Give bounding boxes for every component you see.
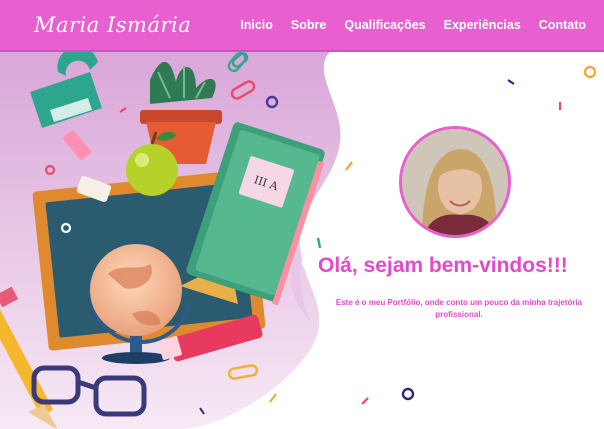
hero-section: III A Olá, sejam bem-vindos!!! Este é o … <box>0 52 604 429</box>
profile-avatar <box>399 126 511 238</box>
nav-link-contato[interactable]: Contato <box>539 18 586 32</box>
portrait-image <box>402 129 508 235</box>
hero-illustration: III A <box>0 52 597 429</box>
nav-menu: Inicio Sobre Qualificações Experiências … <box>240 18 586 32</box>
nav-link-experiencias[interactable]: Experiências <box>444 18 521 32</box>
top-navbar: Maria Ismária Inicio Sobre Qualificações… <box>0 0 604 52</box>
nav-link-qualificacoes[interactable]: Qualificações <box>344 18 425 32</box>
brand-logo[interactable]: Maria Ismária <box>34 13 191 37</box>
welcome-heading: Olá, sejam bem-vindos!!! <box>318 254 568 277</box>
nav-link-inicio[interactable]: Inicio <box>240 18 273 32</box>
nav-link-sobre[interactable]: Sobre <box>291 18 326 32</box>
intro-text: Este é o meu Portfólio, onde conto um po… <box>335 298 583 319</box>
